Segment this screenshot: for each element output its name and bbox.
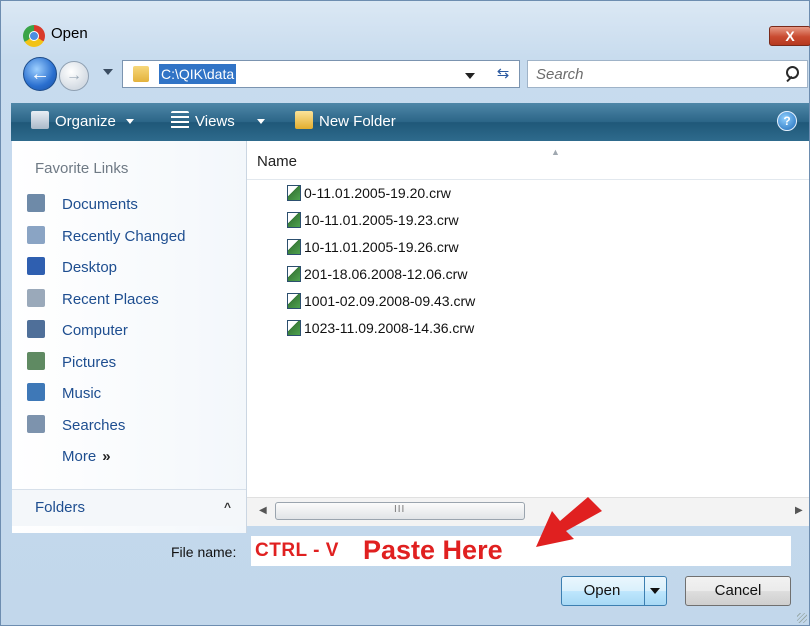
file-name-value[interactable]: CTRL - V	[255, 538, 339, 564]
file-name: 1001-02.09.2008-09.43.crw	[304, 293, 476, 309]
close-button[interactable]: X	[769, 26, 810, 46]
resize-grip-icon[interactable]	[797, 613, 807, 623]
recent-pages-dropdown[interactable]	[103, 69, 113, 75]
folder-icon	[133, 66, 149, 82]
sidebar-item-label: Music	[62, 385, 102, 402]
more-label: More	[62, 448, 97, 465]
organize-label: Organize	[55, 113, 116, 130]
command-bar: Organize Views New Folder	[11, 103, 809, 141]
open-options-dropdown[interactable]	[644, 577, 667, 605]
sidebar-item-desktop[interactable]: Desktop	[27, 256, 117, 280]
favorite-links-heading: Favorite Links	[35, 160, 129, 177]
file-name: 0-11.01.2005-19.20.crw	[304, 185, 451, 201]
back-arrow-icon: ←	[30, 63, 50, 85]
title-bar: Open X	[1, 1, 810, 49]
views-icon	[171, 111, 189, 129]
folders-label: Folders	[35, 499, 86, 516]
sidebar-item-recently-changed[interactable]: Recently Changed	[27, 225, 185, 249]
paste-here-annotation: Paste Here	[363, 535, 503, 565]
raw-image-file-icon	[287, 212, 301, 228]
chevron-up-icon: ^	[224, 500, 232, 514]
file-name: 10-11.01.2005-19.26.crw	[304, 239, 459, 255]
dialog-title: Open	[51, 25, 88, 42]
scroll-grip: III	[394, 504, 406, 515]
sidebar-item-label: Documents	[62, 196, 138, 213]
red-arrow-icon	[536, 497, 602, 547]
list-item[interactable]: 1023-11.09.2008-14.36.crw	[287, 316, 474, 340]
sidebar-item-label: Pictures	[62, 354, 117, 371]
more-links[interactable]: More »	[62, 448, 111, 465]
address-bar[interactable]: C:\QIK\data	[122, 60, 520, 88]
list-item[interactable]: 1001-02.09.2008-09.43.crw	[287, 289, 475, 313]
file-name: 1023-11.09.2008-14.36.crw	[304, 320, 475, 336]
scroll-left-icon[interactable]: ◀	[259, 505, 267, 516]
sidebar-item-label: Recently Changed	[62, 228, 186, 245]
scroll-right-icon[interactable]: ▶	[795, 505, 803, 516]
search-input[interactable]: Search	[536, 65, 584, 85]
sidebar-item-music[interactable]: Music	[27, 382, 101, 406]
open-label: Open	[583, 582, 621, 599]
organize-button[interactable]: Organize	[31, 103, 134, 141]
views-label: Views	[195, 113, 235, 130]
address-path[interactable]: C:\QIK\data	[159, 64, 237, 84]
sidebar-item-label: Desktop	[62, 259, 118, 276]
recently-changed-icon	[27, 226, 45, 244]
raw-image-file-icon	[287, 239, 301, 255]
file-name: 201-18.06.2008-12.06.crw	[304, 266, 468, 282]
file-name: 10-11.01.2005-19.23.crw	[304, 212, 459, 228]
searches-icon	[27, 415, 45, 433]
list-item[interactable]: 0-11.01.2005-19.20.crw	[287, 181, 451, 205]
file-list: Name ▲ 0-11.01.2005-19.20.crw 10-11.01.2…	[247, 141, 809, 497]
chevron-down-icon	[125, 119, 134, 124]
address-dropdown-icon[interactable]	[465, 73, 475, 79]
raw-image-file-icon	[287, 185, 301, 201]
views-button[interactable]: Views	[171, 103, 265, 141]
sidebar-item-label: Computer	[62, 322, 128, 339]
open-button[interactable]: Open	[561, 576, 667, 606]
sidebar-item-searches[interactable]: Searches	[27, 414, 125, 438]
documents-icon	[27, 194, 45, 212]
recent-places-icon	[27, 289, 45, 307]
open-dialog: Open X ← → C:\QIK\data ⇆ Search Organize…	[0, 0, 810, 626]
file-name-field[interactable]: CTRL - V	[251, 536, 791, 566]
sidebar-item-label: Recent Places	[62, 291, 159, 308]
sort-ascending-icon: ▲	[551, 147, 560, 157]
sidebar-item-pictures[interactable]: Pictures	[27, 351, 116, 375]
forward-button[interactable]: →	[59, 61, 89, 91]
column-label: Name	[257, 153, 298, 170]
navigation-pane: Favorite Links Documents Recently Change…	[12, 141, 247, 533]
new-folder-button[interactable]: New Folder	[295, 103, 396, 141]
sidebar-item-recent-places[interactable]: Recent Places	[27, 288, 159, 312]
list-item[interactable]: 201-18.06.2008-12.06.crw	[287, 262, 467, 286]
pictures-icon	[27, 352, 45, 370]
new-folder-icon	[295, 111, 313, 129]
organize-icon	[31, 111, 49, 129]
computer-icon	[27, 320, 45, 338]
new-folder-label: New Folder	[319, 113, 396, 130]
app-icon	[23, 25, 45, 47]
cancel-button[interactable]: Cancel	[685, 576, 791, 606]
sidebar-item-documents[interactable]: Documents	[27, 193, 138, 217]
list-item[interactable]: 10-11.01.2005-19.26.crw	[287, 235, 459, 259]
sidebar-item-computer[interactable]: Computer	[27, 319, 128, 343]
chevron-down-icon	[256, 119, 265, 124]
name-column-header[interactable]: Name ▲	[247, 141, 809, 180]
sidebar-item-label: Searches	[62, 417, 126, 434]
search-box[interactable]: Search	[527, 60, 808, 88]
forward-arrow-icon: →	[66, 67, 82, 84]
music-icon	[27, 383, 45, 401]
refresh-icon[interactable]: ⇆	[488, 61, 518, 87]
raw-image-file-icon	[287, 293, 301, 309]
file-name-label: File name:	[171, 544, 237, 560]
search-icon[interactable]	[783, 65, 801, 85]
list-item[interactable]: 10-11.01.2005-19.23.crw	[287, 208, 459, 232]
double-chevron-icon: »	[102, 448, 111, 465]
back-button[interactable]: ←	[23, 57, 57, 91]
scrollbar-thumb[interactable]: III	[275, 502, 525, 520]
folders-toggle[interactable]: Folders ^	[12, 489, 246, 526]
help-icon[interactable]: ?	[777, 111, 797, 131]
raw-image-file-icon	[287, 320, 301, 336]
raw-image-file-icon	[287, 266, 301, 282]
desktop-icon	[27, 257, 45, 275]
